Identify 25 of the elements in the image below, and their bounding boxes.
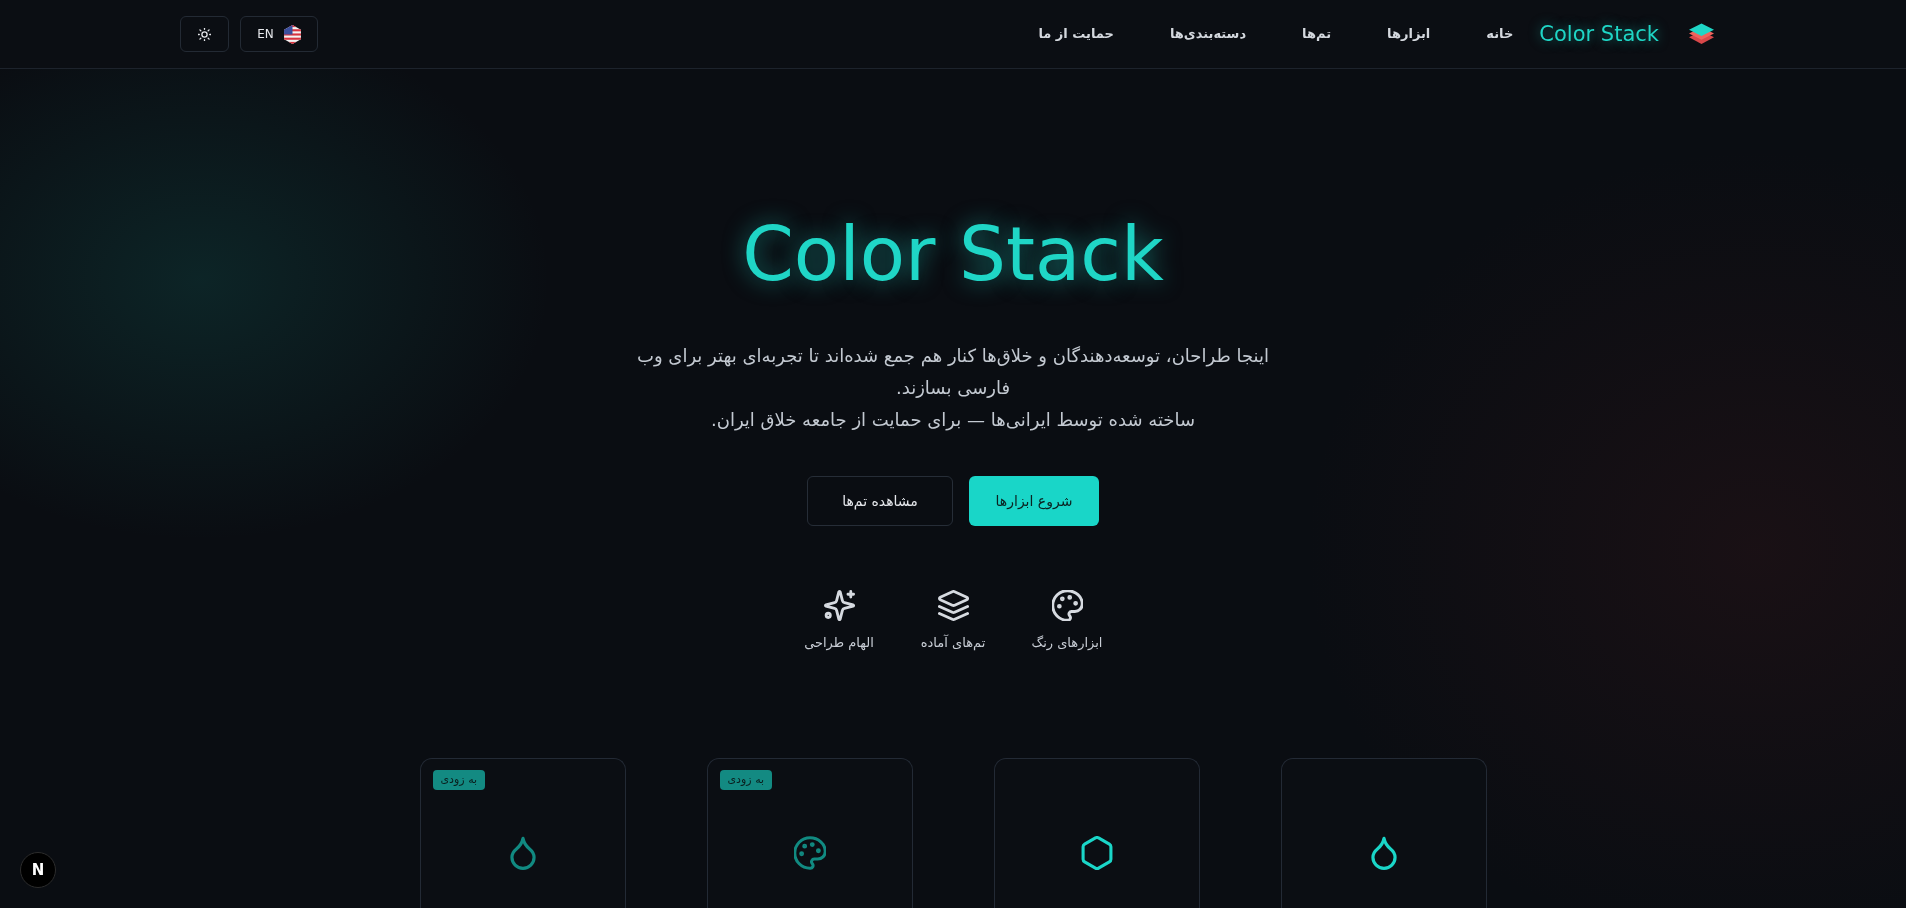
- start-tools-button[interactable]: شروع ابزارها: [969, 476, 1099, 526]
- sparkles-icon: [823, 590, 855, 621]
- view-themes-button[interactable]: مشاهده تم‌ها: [807, 476, 953, 526]
- language-button[interactable]: EN: [240, 16, 318, 52]
- coming-soon-badge: به زودی: [432, 770, 486, 790]
- palette-icon: [1051, 590, 1083, 621]
- layers-icon: [937, 590, 969, 621]
- feature-label: تم‌های آماده: [920, 633, 986, 653]
- coming-soon-badge: به زودی: [719, 770, 773, 790]
- hero-tagline: ساخته شده توسط ایرانی‌ها — برای حمایت از جامعه خلاق ایران.: [709, 408, 1197, 433]
- nav-link[interactable]: حمایت از ما: [1038, 24, 1114, 44]
- dev-indicator-button[interactable]: N: [20, 852, 56, 888]
- hero-description: اینجا طراحان، توسعه‌دهندگان و خلاق‌ها کنار هم جمع شده‌اند تا تجربه‌ای بهتر برای وب فارسی بسازند.: [635, 344, 1270, 400]
- feature-label: ابزارهای رنگ: [1031, 634, 1103, 653]
- nav-link[interactable]: خانه: [1486, 24, 1514, 44]
- brand-name[interactable]: Color Stack: [1539, 20, 1659, 48]
- sun-icon: [198, 27, 211, 41]
- nav-link[interactable]: دسته‌بندی‌ها: [1169, 24, 1247, 44]
- flag-icon: [283, 24, 301, 44]
- nav-link[interactable]: تم‌ها: [1302, 24, 1332, 44]
- feature-label: الهام طراحی: [804, 634, 874, 653]
- theme-toggle-button[interactable]: [180, 16, 229, 52]
- stacked-layers-logo-icon[interactable]: [1689, 23, 1714, 45]
- nav-link[interactable]: ابزارها: [1387, 24, 1431, 44]
- hero-title: Color Stack: [742, 214, 1164, 294]
